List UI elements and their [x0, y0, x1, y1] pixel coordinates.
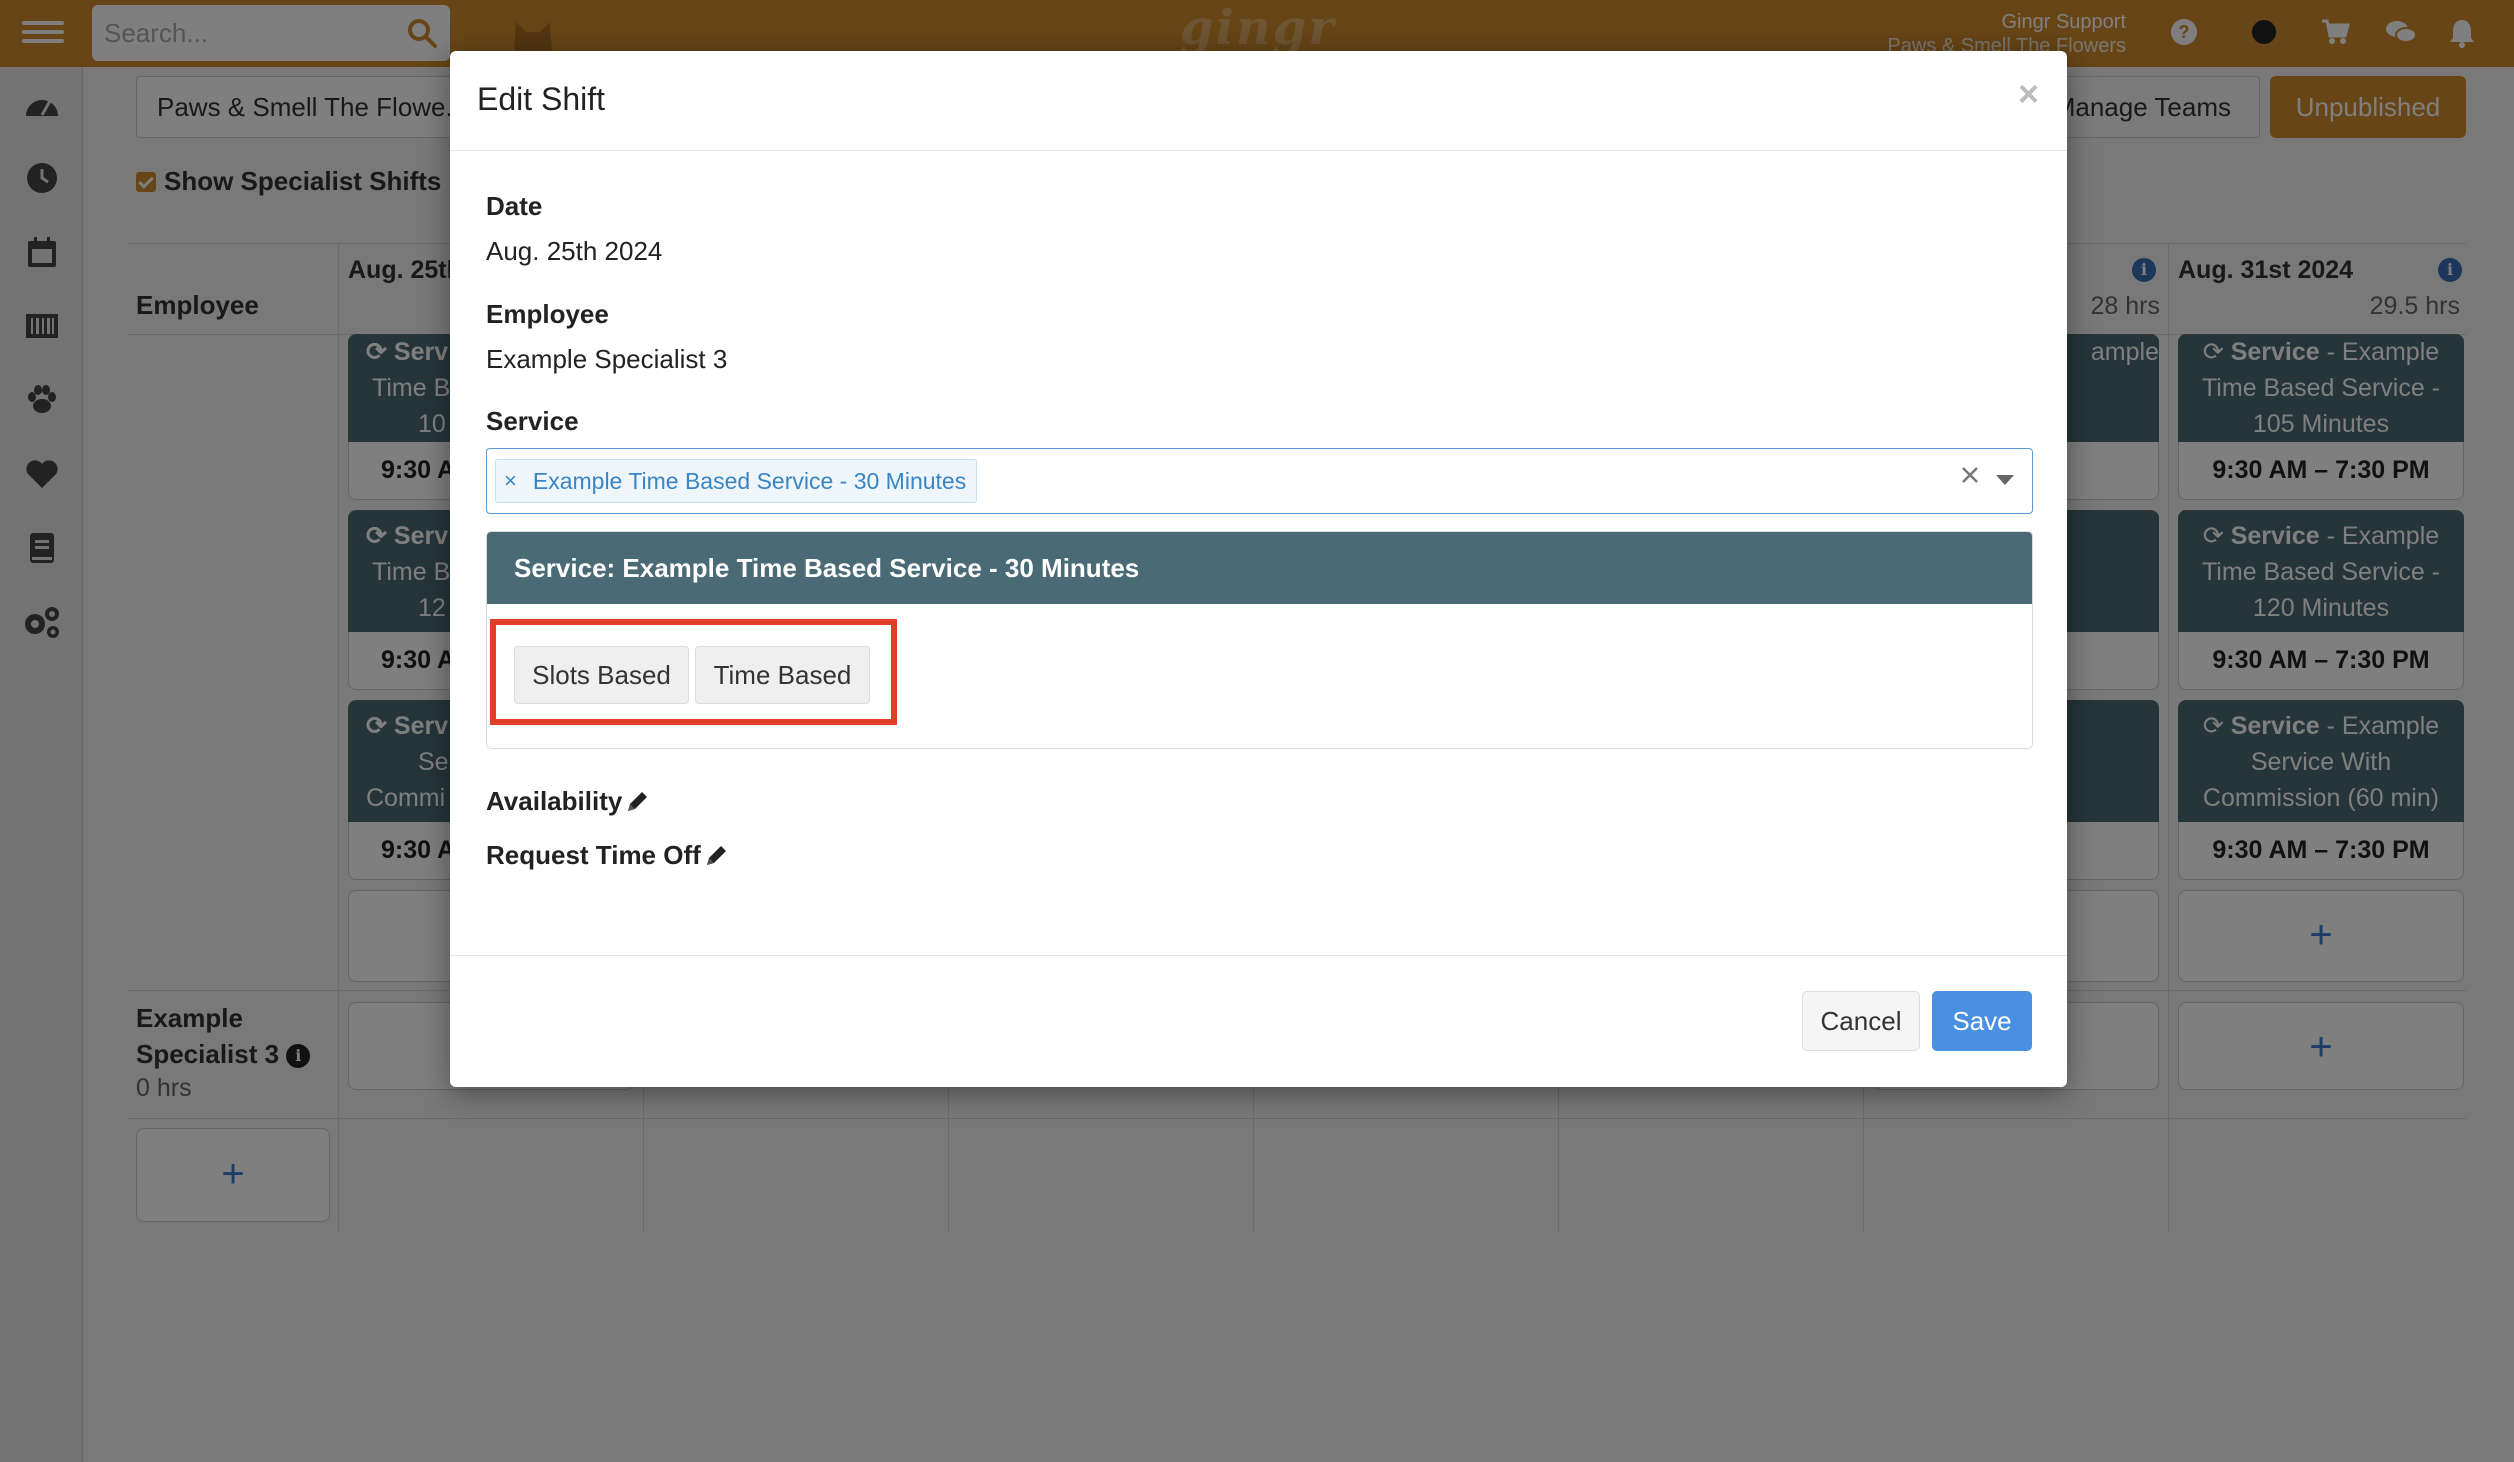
time-based-button[interactable]: Time Based — [695, 646, 870, 704]
clear-selection-icon[interactable] — [1960, 465, 1980, 485]
modal-title: Edit Shift — [477, 81, 606, 117]
request-time-off-label: Request Time Off — [486, 840, 701, 870]
remove-tag-icon[interactable]: × — [504, 468, 517, 494]
employee-label: Employee — [486, 299, 609, 329]
service-panel-title: Service: Example Time Based Service - 30… — [487, 532, 2032, 604]
cancel-button[interactable]: Cancel — [1802, 991, 1920, 1051]
pencil-icon — [703, 843, 729, 869]
save-button[interactable]: Save — [1932, 991, 2032, 1051]
close-icon[interactable]: × — [2018, 73, 2039, 115]
availability-label: Availability — [486, 786, 623, 816]
employee-value: Example Specialist 3 — [486, 344, 728, 374]
chevron-down-icon[interactable] — [1996, 475, 2014, 485]
service-label: Service — [486, 406, 579, 436]
modal-header: Edit Shift × — [450, 51, 2067, 151]
availability-link[interactable]: Availability — [486, 786, 650, 817]
date-value: Aug. 25th 2024 — [486, 236, 663, 266]
pencil-icon — [624, 789, 650, 815]
edit-shift-modal: Edit Shift × Date Aug. 25th 2024 Employe… — [450, 51, 2067, 1087]
request-time-off-link[interactable]: Request Time Off — [486, 840, 729, 871]
selected-service-tag: × Example Time Based Service - 30 Minute… — [495, 459, 978, 503]
slots-based-button[interactable]: Slots Based — [514, 646, 689, 704]
service-select[interactable]: × Example Time Based Service - 30 Minute… — [486, 448, 2033, 514]
selected-service-label: Example Time Based Service - 30 Minutes — [532, 467, 967, 494]
modal-footer-divider — [450, 955, 2067, 956]
date-label: Date — [486, 191, 543, 221]
